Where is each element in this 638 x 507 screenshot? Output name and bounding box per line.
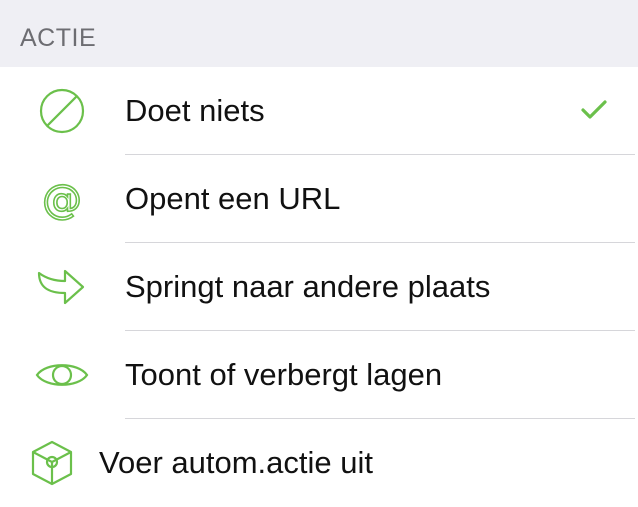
at-sign-icon: @ — [34, 175, 90, 223]
option-label: Doet niets — [125, 93, 265, 128]
checkmark-icon — [580, 99, 608, 121]
option-label: Toont of verbergt lagen — [125, 357, 443, 392]
section-header: ACTIE — [0, 0, 638, 67]
svg-text:@: @ — [42, 177, 82, 223]
eye-icon — [34, 351, 90, 399]
jump-arrow-icon — [34, 263, 90, 311]
option-jump-to-place[interactable]: Springt naar andere plaats — [0, 243, 638, 331]
option-label: Voer autom.actie uit — [99, 445, 373, 480]
prohibited-icon — [34, 87, 90, 135]
option-open-url[interactable]: @ Opent een URL — [0, 155, 638, 243]
option-do-nothing[interactable]: Doet niets — [0, 67, 638, 155]
option-label: Springt naar andere plaats — [125, 269, 491, 304]
automation-cube-icon — [24, 439, 80, 487]
option-label: Opent een URL — [125, 181, 341, 216]
section-title: ACTIE — [20, 24, 97, 52]
option-show-hide-layers[interactable]: Toont of verbergt lagen — [0, 331, 638, 419]
option-run-automation[interactable]: Voer autom.actie uit — [0, 419, 638, 507]
action-options-list: Doet niets @ Opent een URL Springt naar … — [0, 67, 638, 507]
